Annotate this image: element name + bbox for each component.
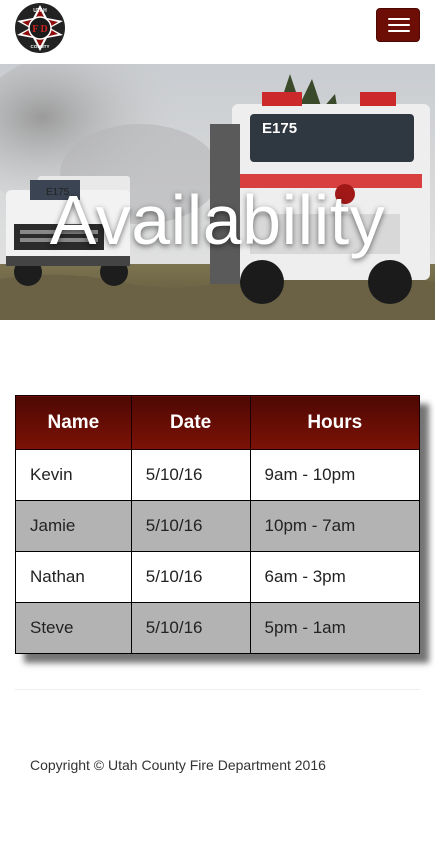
logo-bottom-text: COUNTY: [31, 44, 50, 49]
cell-name: Kevin: [15, 449, 132, 501]
cell-name: Steve: [15, 602, 132, 654]
cell-hours: 10pm - 7am: [249, 500, 421, 552]
logo-top-text: UTAH: [33, 8, 47, 14]
logo-letters: F D: [32, 24, 47, 35]
cell-hours: 6am - 3pm: [249, 551, 421, 603]
footer-divider: [15, 689, 420, 690]
menu-toggle-button[interactable]: [376, 8, 420, 42]
copyright-text: Copyright © Utah County Fire Department …: [30, 757, 326, 773]
fire-department-logo[interactable]: UTAH COUNTY F D: [14, 2, 66, 54]
column-header-hours: Hours: [249, 395, 421, 450]
cell-hours: 9am - 10pm: [249, 449, 421, 501]
column-header-name: Name: [15, 395, 132, 450]
cell-hours: 5pm - 1am: [249, 602, 421, 654]
table-row: Steve 5/10/16 5pm - 1am: [15, 602, 421, 654]
hero-banner: E175 E175 Availability: [0, 64, 435, 320]
cell-date: 5/10/16: [130, 602, 251, 654]
page-title: Availability: [49, 181, 386, 259]
cell-date: 5/10/16: [130, 449, 251, 501]
table-header-row: Name Date Hours: [15, 395, 421, 450]
cell-name: Jamie: [15, 500, 132, 552]
table-row: Nathan 5/10/16 6am - 3pm: [15, 551, 421, 603]
top-navbar: UTAH COUNTY F D: [0, 0, 435, 56]
table-row: Kevin 5/10/16 9am - 10pm: [15, 449, 421, 501]
right-truck-label: E175: [262, 120, 297, 137]
cell-name: Nathan: [15, 551, 132, 603]
column-header-date: Date: [130, 395, 251, 450]
table-row: Jamie 5/10/16 10pm - 7am: [15, 500, 421, 552]
cell-date: 5/10/16: [130, 500, 251, 552]
availability-table: Name Date Hours Kevin 5/10/16 9am - 10pm…: [15, 395, 421, 654]
cell-date: 5/10/16: [130, 551, 251, 603]
